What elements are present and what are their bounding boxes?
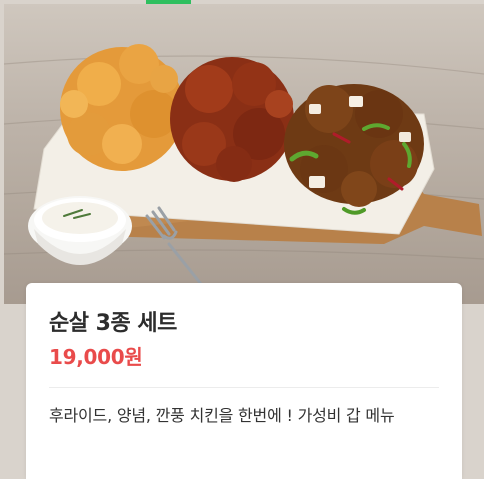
product-price: 19,000원	[49, 345, 143, 369]
product-card[interactable]: 순살 3종 세트 19,000원 후라이드, 양념, 깐풍 치킨을 한번에 ! …	[26, 283, 462, 479]
product-name: 순살 3종 세트	[49, 311, 177, 336]
divider	[49, 387, 439, 388]
carousel-indicator	[146, 0, 191, 4]
product-image	[4, 4, 484, 304]
product-description: 후라이드, 양념, 깐풍 치킨을 한번에 ! 가성비 갑 메뉴	[49, 406, 395, 425]
